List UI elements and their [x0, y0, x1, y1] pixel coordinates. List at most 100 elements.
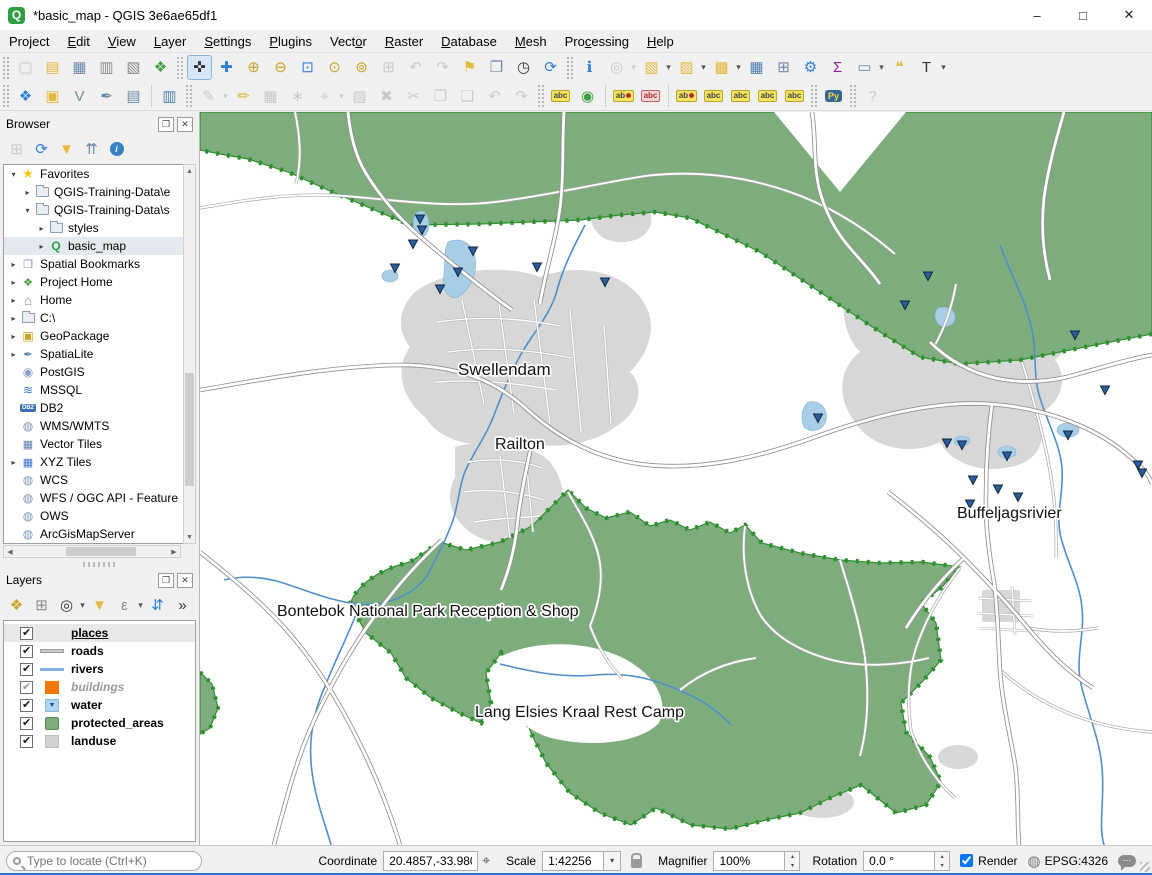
layer-row-places[interactable]: places — [4, 624, 195, 642]
select-features-button[interactable]: ▧ — [639, 55, 664, 80]
browser-item-db2[interactable]: DB2DB2 — [4, 399, 195, 417]
open-layer-styling-button[interactable]: ❖ — [5, 594, 28, 617]
deselect-features-button[interactable]: ▩ — [709, 55, 734, 80]
browser-item-vector-tiles[interactable]: ▦Vector Tiles — [4, 435, 195, 453]
open-attribute-table-button[interactable]: ▦ — [744, 55, 769, 80]
browser-item-styles[interactable]: ▸styles — [4, 219, 195, 237]
zoom-last-button[interactable]: ↶ — [403, 55, 428, 80]
menu-layer[interactable]: Layer — [145, 31, 196, 52]
magnifier-spinner[interactable]: ▴▾ — [785, 851, 800, 871]
highlight-pinned-labels-button[interactable]: ab — [611, 84, 636, 109]
toggle-editing-button[interactable]: ✏ — [231, 84, 256, 109]
open-project-button[interactable]: ▤ — [40, 55, 65, 80]
layout-manager-button[interactable]: ▧ — [121, 55, 146, 80]
text-annotation-button[interactable]: T — [914, 55, 939, 80]
minimize-button[interactable]: – — [1014, 0, 1060, 30]
browser-item-spatial-bookmarks[interactable]: ▸❒Spatial Bookmarks — [4, 255, 195, 273]
new-shapefile-layer-button[interactable]: V — [67, 84, 92, 109]
expander-icon[interactable]: ▾ — [7, 170, 20, 179]
dropdown-arrow-icon[interactable]: ▾ — [664, 62, 673, 73]
menu-database[interactable]: Database — [432, 31, 506, 52]
browser-item-xyz-tiles[interactable]: ▸▦XYZ Tiles — [4, 453, 195, 471]
undo-button[interactable]: ↶ — [482, 84, 507, 109]
browser-item-wcs[interactable]: ◍WCS — [4, 471, 195, 489]
extents-toggle-icon[interactable]: ⌖ — [482, 852, 490, 869]
scroll-right-icon[interactable]: ▶ — [168, 546, 180, 557]
dropdown-arrow-icon[interactable]: ▾ — [877, 62, 886, 73]
menu-view[interactable]: View — [99, 31, 145, 52]
measure-button[interactable]: ▭ — [852, 55, 877, 80]
new-virtual-layer-button[interactable]: ▥ — [157, 84, 182, 109]
browser-add-layer-button[interactable]: ⊞ — [5, 138, 28, 161]
zoom-to-layer-button[interactable]: ⊚ — [349, 55, 374, 80]
layer-row-roads[interactable]: roads — [4, 642, 195, 660]
menu-processing[interactable]: Processing — [556, 31, 638, 52]
map-tips-button[interactable]: ❝ — [887, 55, 912, 80]
layer-row-protected-areas[interactable]: protected_areas — [4, 714, 195, 732]
open-data-source-manager-button[interactable]: ❖ — [13, 84, 38, 109]
vertex-tool-button[interactable]: ⌖ — [312, 84, 337, 109]
modify-attributes-button[interactable]: ▨ — [347, 84, 372, 109]
toolbar-drag-handle[interactable] — [177, 57, 183, 79]
scroll-up-icon[interactable]: ▲ — [184, 165, 195, 177]
show-spatial-bookmarks-button[interactable]: ❒ — [484, 55, 509, 80]
scale-lock-icon[interactable] — [631, 859, 642, 868]
window-resize-grip[interactable] — [1140, 862, 1150, 872]
layer-row-rivers[interactable]: rivers — [4, 660, 195, 678]
move-label-button[interactable]: abc — [728, 84, 753, 109]
python-console-button[interactable]: Py — [821, 84, 846, 109]
show-hide-labels-button[interactable]: abc — [638, 84, 663, 109]
magnifier-field[interactable] — [713, 851, 785, 871]
save-layer-edits-button[interactable]: ▦ — [258, 84, 283, 109]
field-calculator-button[interactable]: ⊞ — [771, 55, 796, 80]
dropdown-arrow-icon[interactable]: ▾ — [136, 600, 145, 611]
menu-edit[interactable]: Edit — [58, 31, 98, 52]
expander-icon[interactable]: ▸ — [7, 332, 20, 341]
crs-status[interactable]: EPSG:4326 — [1045, 854, 1108, 868]
zoom-in-button[interactable]: ⊕ — [241, 55, 266, 80]
menu-project[interactable]: Project — [0, 31, 58, 52]
pan-map-button[interactable]: ✜ — [187, 55, 212, 80]
browser-item-c-drive[interactable]: ▸C:\ — [4, 309, 195, 327]
layer-visibility-checkbox[interactable] — [20, 735, 33, 748]
locate-input[interactable] — [27, 854, 195, 868]
toolbar-drag-handle[interactable] — [567, 57, 573, 79]
zoom-native-button[interactable]: ⊞ — [376, 55, 401, 80]
add-group-button[interactable]: ⊞ — [30, 594, 53, 617]
scroll-down-icon[interactable]: ▼ — [184, 531, 195, 543]
browser-item-training-data-s[interactable]: ▾QGIS-Training-Data\s — [4, 201, 195, 219]
rotate-label-button[interactable]: abc — [755, 84, 780, 109]
browser-item-basic-map[interactable]: ▸Qbasic_map — [4, 237, 195, 255]
new-scratch-layer-button[interactable]: ▤ — [121, 84, 146, 109]
expander-icon[interactable]: ▸ — [7, 458, 20, 467]
browser-collapse-all-button[interactable]: ⇈ — [80, 138, 103, 161]
browser-refresh-button[interactable]: ⟳ — [30, 138, 53, 161]
zoom-out-button[interactable]: ⊖ — [268, 55, 293, 80]
expand-collapse-all-button[interactable]: ⇵ — [146, 594, 169, 617]
toolbar-drag-handle[interactable] — [811, 85, 817, 107]
browser-item-training-data-e[interactable]: ▸QGIS-Training-Data\e — [4, 183, 195, 201]
layers-close-button[interactable]: ✕ — [177, 573, 193, 588]
browser-close-button[interactable]: ✕ — [177, 117, 193, 132]
menu-vector[interactable]: Vector — [321, 31, 376, 52]
paste-features-button[interactable]: ❑ — [455, 84, 480, 109]
browser-item-wfs[interactable]: ◍WFS / OGC API - Feature — [4, 489, 195, 507]
panel-resize-handle[interactable] — [83, 562, 117, 567]
copy-features-button[interactable]: ❐ — [428, 84, 453, 109]
browser-filter-button[interactable]: ▼ — [55, 138, 78, 161]
browser-item-project-home[interactable]: ▸❖Project Home — [4, 273, 195, 291]
browser-item-spatialite[interactable]: ▸✒SpatiaLite — [4, 345, 195, 363]
expander-icon[interactable]: ▸ — [35, 224, 48, 233]
browser-item-home[interactable]: ▸⌂Home — [4, 291, 195, 309]
new-geopackage-layer-button[interactable]: ▣ — [40, 84, 65, 109]
layers-float-button[interactable]: ❐ — [158, 573, 174, 588]
temporal-controller-button[interactable]: ◷ — [511, 55, 536, 80]
processing-toolbox-button[interactable]: ⚙ — [798, 55, 823, 80]
scrollbar-thumb[interactable] — [185, 373, 194, 486]
change-label-button[interactable]: abc — [782, 84, 807, 109]
toolbar-drag-handle[interactable] — [3, 85, 9, 107]
plugin-help-button[interactable]: ? — [860, 84, 885, 109]
expander-icon[interactable]: ▾ — [21, 206, 34, 215]
browser-vertical-scrollbar[interactable]: ▲ ▼ — [183, 164, 196, 544]
dropdown-arrow-icon[interactable]: ▾ — [337, 91, 346, 102]
